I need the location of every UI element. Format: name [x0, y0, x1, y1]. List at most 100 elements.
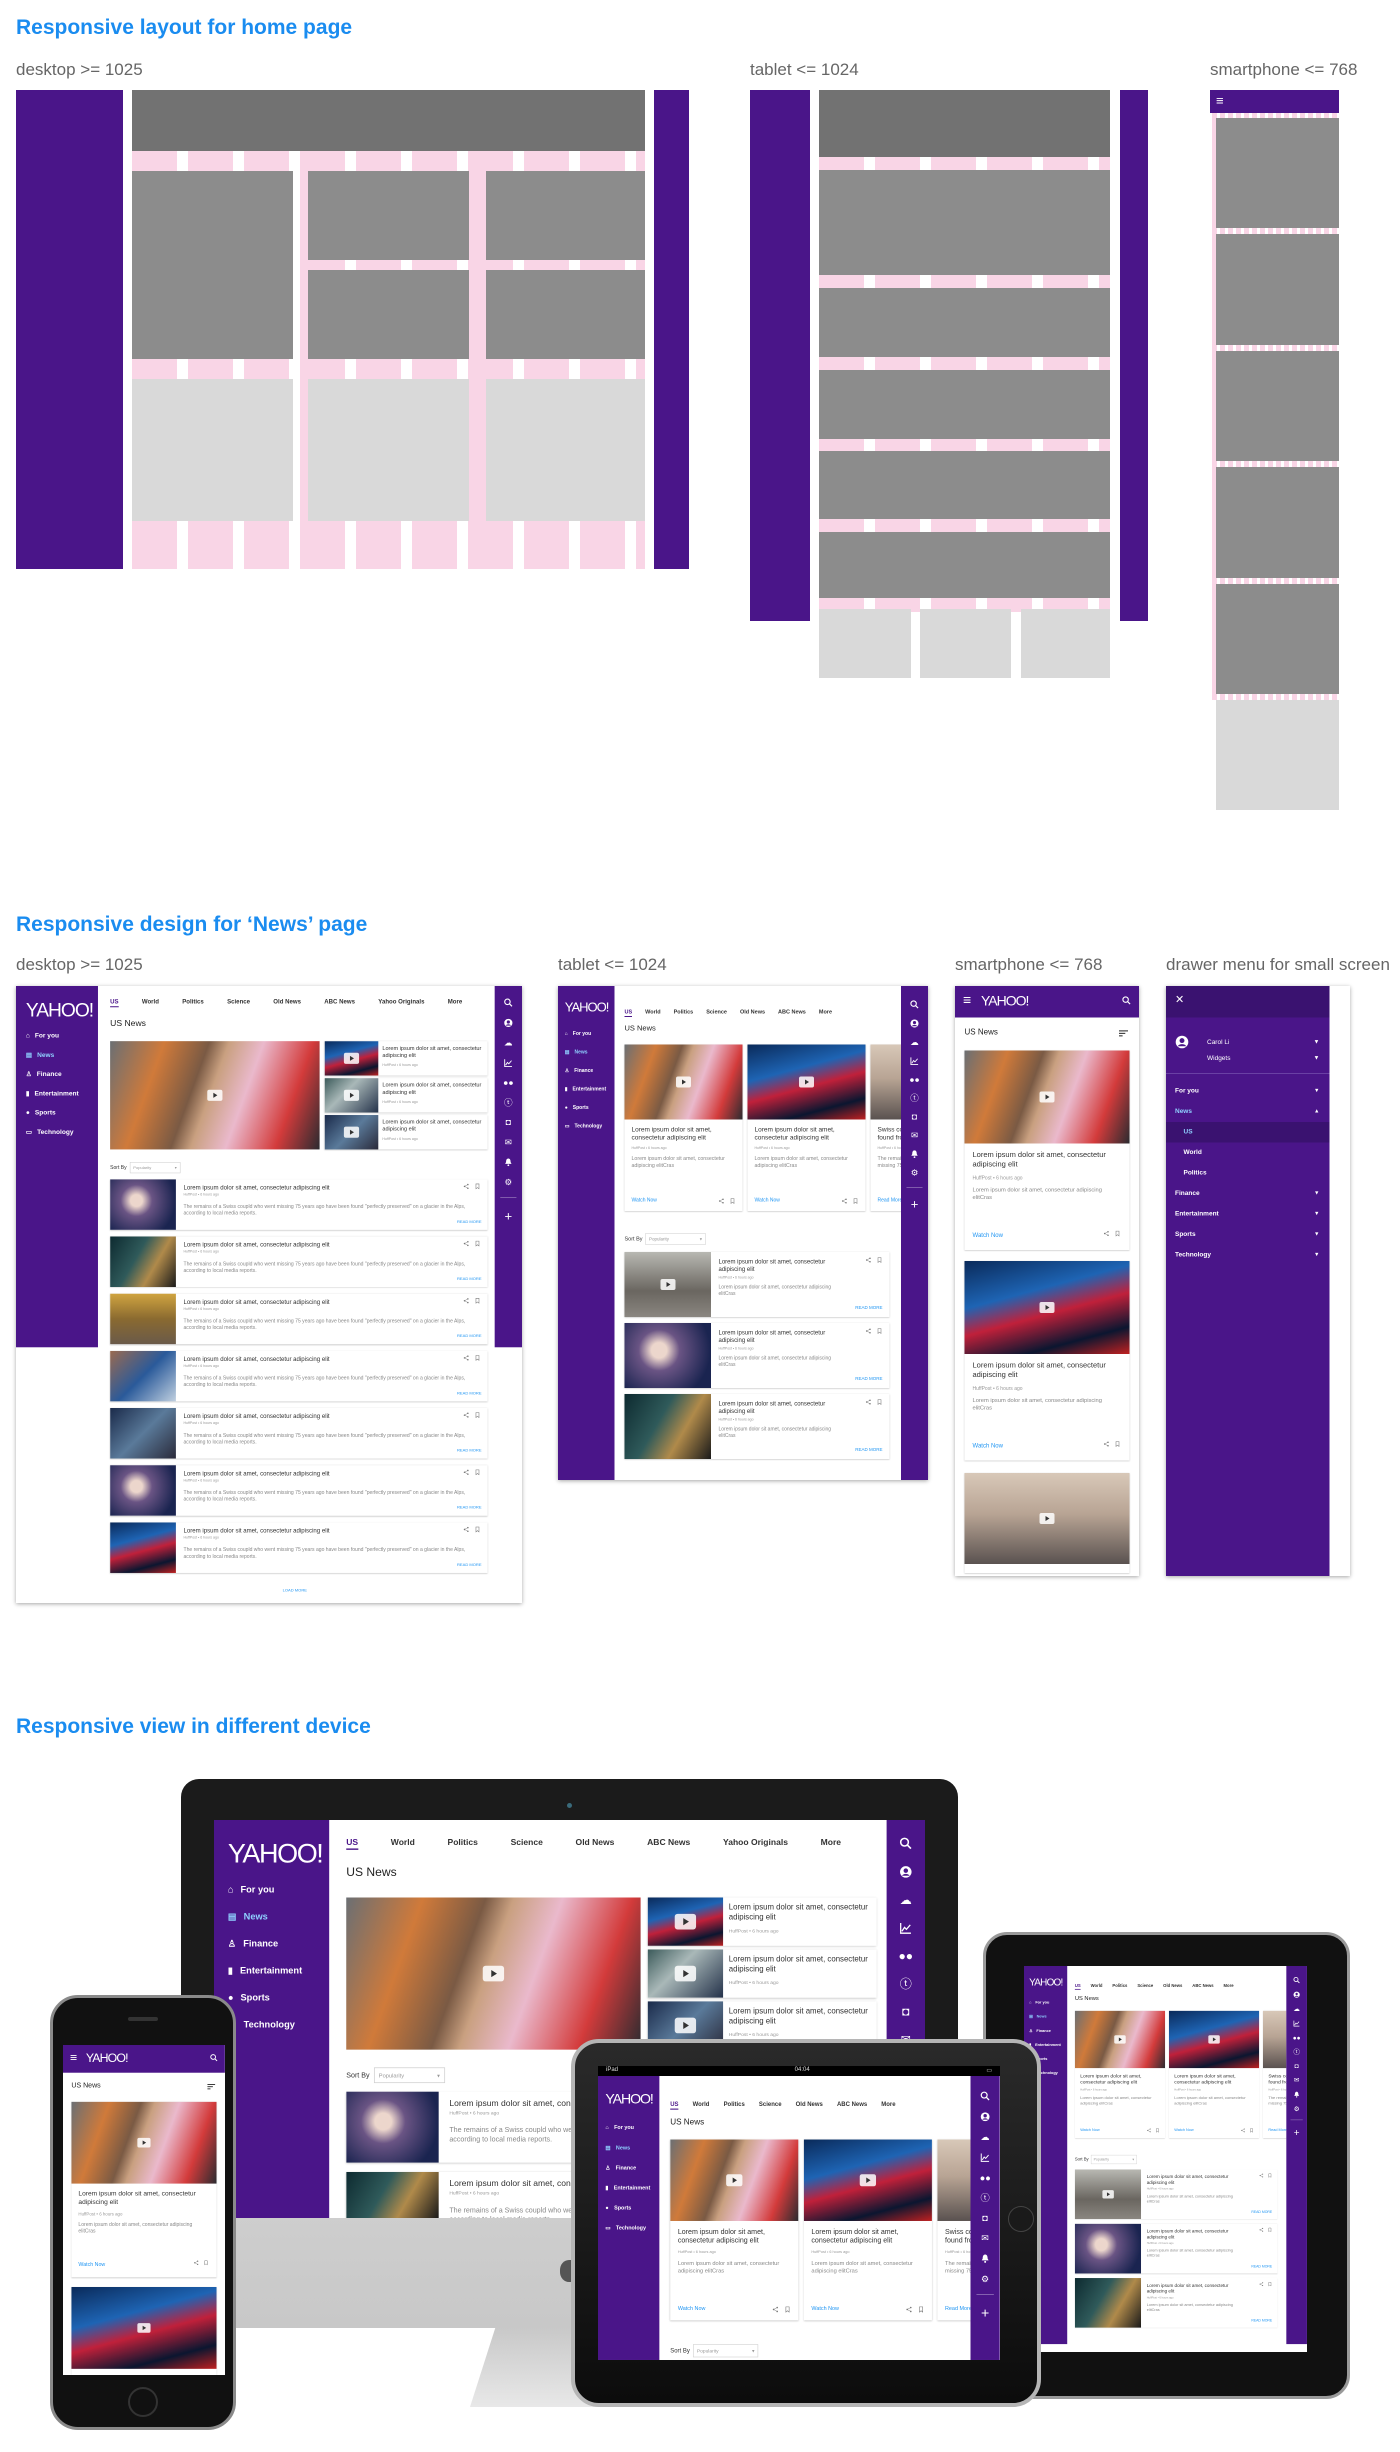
share-icon[interactable] — [718, 1198, 725, 1204]
sidebar-item-technology[interactable]: ▭ Technology — [605, 2225, 646, 2231]
share-icon[interactable] — [463, 1355, 469, 1361]
article-card[interactable]: Lorem ipsum dolor sit amet, consectetur … — [110, 1522, 488, 1573]
play-icon[interactable] — [859, 2174, 877, 2187]
tab-politics[interactable]: Politics — [1112, 1984, 1127, 1990]
yahoo-logo[interactable]: YAHOO! — [86, 2051, 129, 2065]
drawer-item-for-you[interactable]: For you ▼ — [1166, 1081, 1330, 1102]
mail-icon[interactable]: ✉ — [505, 1138, 512, 1147]
play-icon[interactable] — [674, 1913, 697, 1930]
gear-icon[interactable]: ⚙ — [1294, 2106, 1300, 2113]
read-more-link[interactable]: READ MORE — [1251, 2319, 1272, 2323]
sidebar-item-for-you[interactable]: ⌂ For you — [26, 1032, 59, 1040]
caret-down-icon[interactable]: ▼ — [1314, 1252, 1319, 1258]
bell-icon[interactable] — [1293, 2091, 1300, 2098]
article-title[interactable]: Lorem ipsum dolor sit amet, consectetur … — [1174, 2073, 1254, 2085]
flickr-icon[interactable]: ●● — [503, 1079, 513, 1088]
article-title[interactable]: Lorem ipsum dolor sit amet, consectetur … — [755, 1126, 860, 1142]
share-icon[interactable] — [1147, 2128, 1152, 2133]
play-icon[interactable] — [799, 1076, 814, 1088]
bookmark-icon[interactable] — [474, 1412, 480, 1419]
weather-icon[interactable]: ☁ — [910, 1038, 919, 1047]
sidebar-item-finance[interactable]: ♙ Finance — [228, 1938, 278, 1949]
sidebar-item-news[interactable]: ▤ News — [228, 1911, 268, 1922]
tab-world[interactable]: World — [645, 1009, 660, 1017]
bookmark-icon[interactable] — [203, 2260, 208, 2266]
bookmark-icon[interactable] — [1268, 2282, 1273, 2287]
news-card[interactable]: Swiss couple missing for 75 years found … — [937, 2139, 971, 2321]
tab-science[interactable]: Science — [759, 2101, 782, 2110]
play-icon[interactable] — [207, 1089, 223, 1101]
load-more-button[interactable]: LOAD MORE — [283, 1588, 307, 1593]
search-icon[interactable] — [210, 2054, 218, 2062]
read-more-link[interactable]: READ MORE — [457, 1334, 482, 1339]
drawer-item-politics[interactable]: Politics — [1166, 1163, 1330, 1184]
news-thumbnail[interactable] — [1074, 2010, 1166, 2069]
yahoo-logo[interactable]: YAHOO! — [228, 1839, 324, 1870]
avatar[interactable] — [1175, 1035, 1189, 1049]
tab-abc-news[interactable]: ABC News — [1192, 1984, 1213, 1990]
bag-icon[interactable]: ◘ — [506, 1118, 511, 1127]
sidebar-item-news[interactable]: ▤ News — [605, 2145, 630, 2151]
sidebar-item-finance[interactable]: ♙ Finance — [605, 2165, 636, 2171]
close-icon[interactable]: ✕ — [1175, 994, 1184, 1005]
bag-icon[interactable]: ◘ — [902, 2006, 909, 2018]
sort-select[interactable]: Popularity ▾ — [129, 1162, 181, 1174]
tab-more[interactable]: More — [1224, 1984, 1234, 1990]
bookmark-icon[interactable] — [853, 1198, 859, 1204]
play-icon[interactable] — [676, 1076, 691, 1088]
article-title[interactable]: Lorem ipsum dolor sit amet, consectetur … — [811, 2227, 925, 2245]
user-icon[interactable] — [910, 1019, 919, 1028]
news-thumbnail[interactable] — [670, 2139, 799, 2221]
article-title[interactable]: Lorem ipsum dolor sit amet, consectetur … — [719, 1258, 834, 1273]
read-more-link[interactable]: READ MORE — [1251, 2210, 1272, 2214]
read-more-link[interactable]: READ MORE — [1251, 2264, 1272, 2268]
weather-icon[interactable]: ☁ — [981, 2132, 990, 2141]
sort-select[interactable]: Popularity ▾ — [1090, 2154, 1137, 2165]
article-card[interactable]: Lorem ipsum dolor sit amet, consectetur … — [1074, 2223, 1278, 2274]
article-card[interactable]: Lorem ipsum dolor sit amet, consectetur … — [110, 1465, 488, 1516]
read-more-link[interactable]: READ MORE — [457, 1448, 482, 1453]
caret-down-icon[interactable]: ▼ — [1314, 1038, 1320, 1045]
article-title[interactable]: Lorem ipsum dolor sit amet, consectetur … — [729, 2007, 871, 2027]
tab-world[interactable]: World — [391, 1837, 415, 1850]
play-icon[interactable] — [1039, 1513, 1055, 1524]
tab-more[interactable]: More — [821, 1837, 841, 1850]
news-thumbnail[interactable] — [870, 1044, 901, 1120]
card-action-link[interactable]: Watch Now — [811, 2306, 839, 2312]
user-icon[interactable] — [899, 1866, 912, 1879]
drawer-item-world[interactable]: World — [1166, 1143, 1330, 1164]
sort-select[interactable]: Popularity ▾ — [645, 1233, 706, 1245]
yahoo-logo[interactable]: YAHOO! — [565, 1000, 610, 1016]
tab-science[interactable]: Science — [1137, 1984, 1153, 1990]
share-icon[interactable] — [865, 1257, 872, 1263]
read-more-link[interactable]: READ MORE — [457, 1562, 482, 1567]
mail-icon[interactable]: ✉ — [911, 1131, 918, 1140]
bookmark-icon[interactable] — [474, 1526, 480, 1533]
play-icon[interactable] — [674, 2017, 697, 2034]
plus-icon[interactable]: + — [981, 2306, 989, 2320]
tumblr-icon[interactable]: ⓣ — [910, 1094, 919, 1103]
sidebar-item-entertainment[interactable]: ▮ Entertainment — [565, 1087, 606, 1093]
flickr-icon[interactable]: ●● — [1293, 2034, 1301, 2041]
play-icon[interactable] — [1208, 2035, 1220, 2044]
card-action-link[interactable]: Watch Now — [632, 1198, 657, 1204]
news-thumbnail[interactable] — [346, 2091, 439, 2163]
news-thumbnail[interactable] — [647, 1949, 724, 1998]
article-title[interactable]: Lorem ipsum dolor sit amet, consectetur … — [973, 1361, 1118, 1380]
card-action-link[interactable]: Watch Now — [1080, 2128, 1099, 2132]
search-icon[interactable] — [910, 1000, 919, 1009]
news-card[interactable]: Lorem ipsum dolor sit amet, consectetur … — [624, 1044, 743, 1211]
bookmark-icon[interactable] — [474, 1183, 480, 1190]
bookmark-icon[interactable] — [1155, 2128, 1160, 2133]
yahoo-logo[interactable]: YAHOO! — [26, 1000, 94, 1022]
article-title[interactable]: Lorem ipsum dolor sit amet, consectetur … — [183, 1470, 329, 1478]
news-card[interactable]: Lorem ipsum dolor sit amet, consectetur … — [670, 2139, 799, 2321]
news-card[interactable]: Lorem ipsum dolor sit amet, consectetur … — [803, 2139, 932, 2321]
sidebar-item-sports[interactable]: ● Sports — [26, 1108, 56, 1116]
filter-icon[interactable] — [207, 2084, 216, 2090]
card-action-link[interactable]: Watch Now — [973, 1442, 1003, 1449]
bookmark-icon[interactable] — [474, 1240, 480, 1247]
article-title[interactable]: Lorem ipsum dolor sit amet, consectetur … — [632, 1126, 737, 1142]
article-card[interactable]: Lorem ipsum dolor sit amet, consectetur … — [624, 1323, 890, 1388]
article-title[interactable]: Lorem ipsum dolor sit amet, consectetur … — [183, 1298, 329, 1306]
